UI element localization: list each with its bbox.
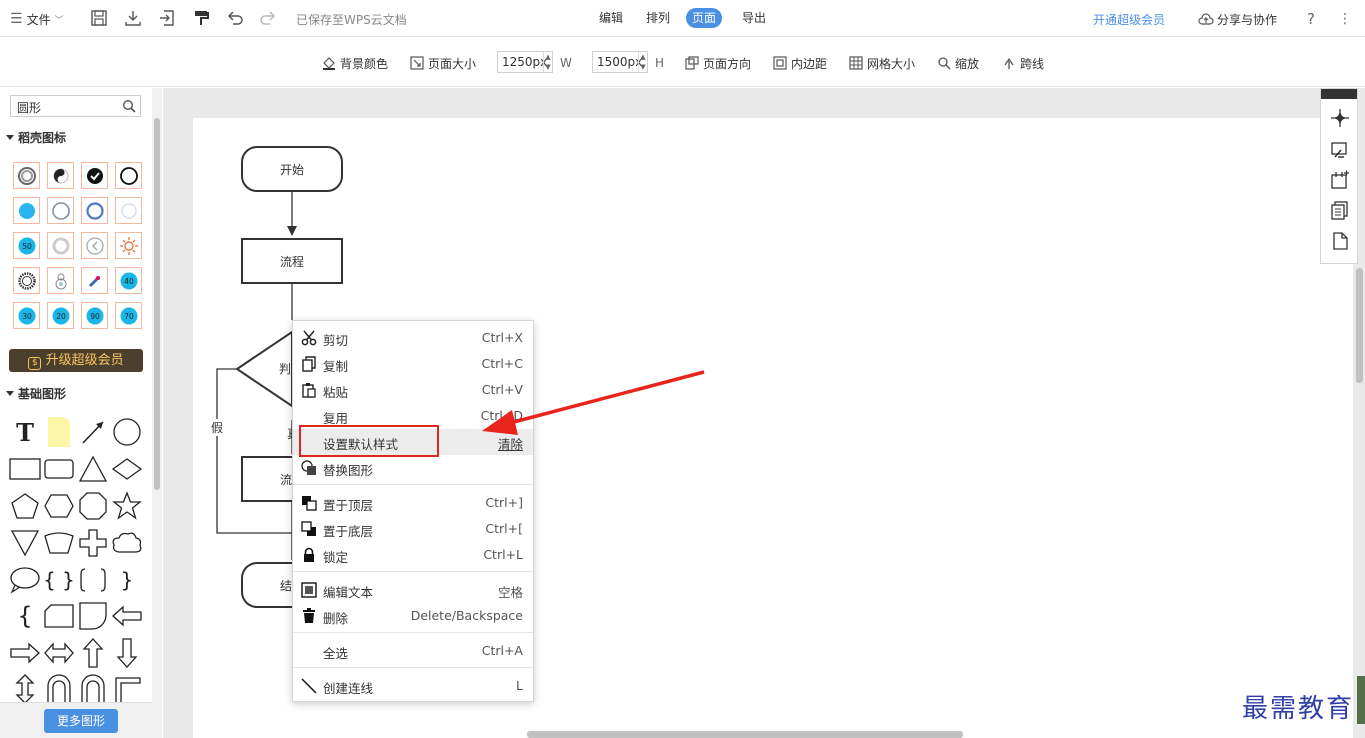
replace-shape-label: 替换图形 — [323, 463, 374, 478]
document-icon[interactable] — [1330, 231, 1350, 251]
decision-label: 判 — [279, 362, 292, 376]
menu-separator — [293, 484, 533, 485]
menu-item-replace-shape[interactable]: 替换图形 — [293, 456, 533, 480]
edit-text-shortcut: 空格 — [497, 585, 523, 600]
add-page-icon[interactable] — [1330, 170, 1350, 190]
create-connector-label: 创建连线 — [323, 681, 374, 696]
canvas-horizontal-scrollbar[interactable] — [527, 731, 963, 738]
annotation-arrow — [482, 370, 705, 435]
connector-line-icon — [301, 678, 317, 694]
menu-item-lock[interactable]: 锁定 Ctrl+L — [293, 543, 533, 567]
pages-icon[interactable] — [1330, 200, 1350, 220]
watermark-text: 最需教育 — [1242, 694, 1355, 724]
cut-shortcut: Ctrl+X — [481, 330, 523, 345]
delete-label: 删除 — [323, 611, 349, 626]
menu-separator — [293, 571, 533, 572]
menu-item-create-connector[interactable]: 创建连线 L — [293, 674, 533, 698]
menu-item-delete[interactable]: 删除 Delete/Backspace — [293, 604, 533, 628]
false-label: 假 — [211, 419, 224, 436]
create-connector-shortcut: L — [516, 678, 523, 693]
scissors-icon — [301, 330, 317, 346]
menu-item-select-all[interactable]: 全选 Ctrl+A — [293, 639, 533, 663]
highlight-box — [299, 425, 439, 457]
select-all-label: 全选 — [323, 646, 349, 661]
side-widget-bar — [1357, 676, 1365, 724]
right-panel-header — [1321, 89, 1357, 99]
flow-node-start[interactable]: 开始 — [241, 146, 343, 192]
edit-text-label: 编辑文本 — [323, 585, 374, 600]
navigate-icon[interactable] — [1330, 108, 1350, 128]
menu-item-cut[interactable]: 剪切 Ctrl+X — [293, 326, 533, 350]
start-label: 开始 — [279, 162, 304, 177]
menu-item-bring-to-front[interactable]: 置于顶层 Ctrl+] — [293, 491, 533, 515]
lock-label: 锁定 — [323, 550, 349, 565]
menu-item-edit-text[interactable]: 编辑文本 空格 — [293, 578, 533, 602]
process-label: 流程 — [279, 254, 304, 269]
send-back-label: 置于底层 — [323, 524, 374, 539]
copy-icon — [302, 356, 316, 372]
lock-shortcut: Ctrl+L — [483, 547, 523, 562]
delete-shortcut: Delete/Backspace — [410, 608, 523, 623]
menu-item-send-to-back[interactable]: 置于底层 Ctrl+[ — [293, 517, 533, 541]
bring-front-icon — [302, 496, 317, 511]
cut-label: 剪切 — [323, 333, 349, 348]
bring-front-label: 置于顶层 — [323, 498, 374, 513]
menu-separator — [293, 667, 533, 668]
process2-label: 流 — [280, 472, 293, 487]
menu-separator — [293, 632, 533, 633]
right-tool-panel — [1320, 88, 1358, 264]
end-label: 结 — [280, 578, 293, 593]
lock-icon — [304, 547, 314, 562]
style-format-icon[interactable] — [1330, 140, 1350, 160]
paste-label: 粘贴 — [323, 385, 349, 400]
canvas-vertical-scrollbar[interactable] — [1356, 268, 1363, 383]
trash-icon — [303, 608, 315, 623]
send-back-icon — [301, 521, 316, 536]
flow-node-process[interactable]: 流程 — [241, 238, 343, 284]
send-back-shortcut: Ctrl+[ — [485, 521, 523, 536]
bring-front-shortcut: Ctrl+] — [485, 495, 523, 510]
replace-shape-icon — [301, 460, 316, 475]
paste-icon — [302, 383, 316, 398]
edit-text-icon — [301, 582, 317, 598]
copy-label: 复制 — [323, 359, 349, 374]
select-all-shortcut: Ctrl+A — [481, 643, 523, 658]
